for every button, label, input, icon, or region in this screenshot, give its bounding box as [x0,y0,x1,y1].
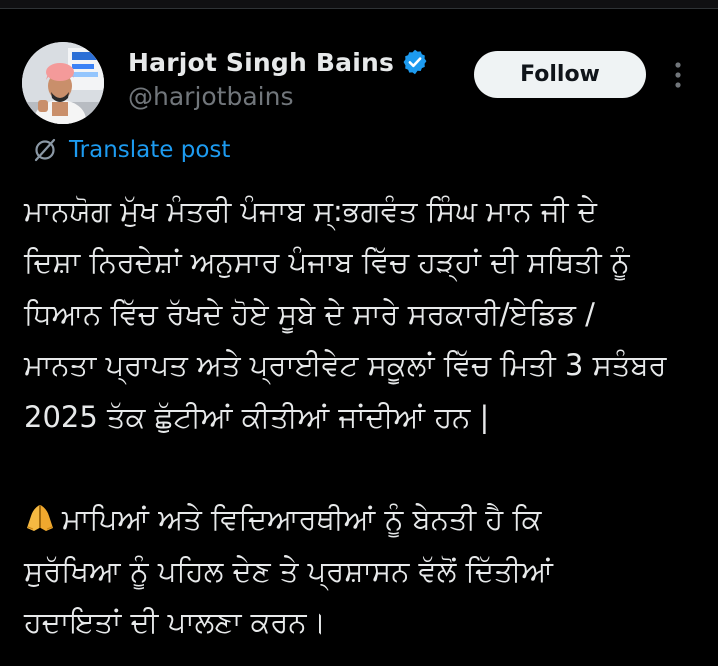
post-line: ਮਾਪਿਆਂ ਅਤੇ ਵਿਦਿਆਰਥੀਆਂ ਨੂੰ ਬੇਨਤੀ ਹੈ ਕਿ [62,502,542,537]
post-line: ਸੁਰੱਖਿਆ ਨੂੰ ਪਹਿਲ ਦੇਣ ਤੇ ਪ੍ਰਸ਼ਾਸਨ ਵੱਲੋਂ ਦ… [24,553,553,588]
author-name-row: Harjot Singh Bains [128,44,429,80]
avatar[interactable] [22,42,104,124]
follow-button[interactable]: Follow [474,51,646,98]
translate-post-link[interactable]: Translate post [31,133,230,167]
post-line: 2025 ਤੱਕ ਛੁੱਟੀਆਂ ਕੀਤੀਆਂ ਜਾਂਦੀਆਂ ਹਨ | [24,399,490,434]
post-line: ਮਾਨਯੋਗ ਮੁੱਖ ਮੰਤਰੀ ਪੰਜਾਬ ਸ੍:ਭਗਵੰਤ ਸਿੰਘ ਮਾ… [24,194,597,228]
author-handle[interactable]: @harjotbains [128,82,429,111]
post-line: ਦਿਸ਼ਾ ਨਿਰਦੇਸ਼ਾਂ ਅਨੁਸਾਰ ਪੰਜਾਬ ਵਿੱਚ ਹੜ੍ਹਾਂ… [24,245,630,280]
folded-hands-emoji [24,499,56,532]
translate-icon [31,136,59,164]
paragraph-break [24,443,704,494]
post-text: ਮਾਨਯੋਗ ਮੁੱਖ ਮੰਤਰੀ ਪੰਜਾਬ ਸ੍:ਭਗਵੰਤ ਸਿੰਘ ਮਾ… [24,186,704,649]
post-line: ਹਦਾਇਤਾਂ ਦੀ ਪਾਲਣਾ ਕਰਨ। [24,605,327,640]
post-line: ਮਾਨਤਾ ਪ੍ਰਾਪਤ ਅਤੇ ਪ੍ਰਾਈਵੇਟ ਸਕੂਲਾਂ ਵਿੱਚ ਮਿ… [24,348,667,383]
post-line: ਧਿਆਨ ਵਿੱਚ ਰੱਖਦੇ ਹੋਏ ਸੂਬੇ ਦੇ ਸਾਰੇ ਸਰਕਾਰੀ/… [24,296,595,331]
author-display-name[interactable]: Harjot Singh Bains [128,48,394,77]
verified-badge-icon[interactable] [401,48,429,76]
post-line-with-emoji: ਮਾਪਿਆਂ ਅਤੇ ਵਿਦਿਆਰਥੀਆਂ ਨੂੰ ਬੇਨਤੀ ਹੈ ਕਿ [24,494,704,545]
avatar-photo [22,42,104,124]
more-vertical-icon[interactable] [665,60,691,90]
author-block: Harjot Singh Bains @harjotbains [128,44,429,111]
timeline-divider [0,0,718,9]
translate-post-label: Translate post [69,137,231,163]
